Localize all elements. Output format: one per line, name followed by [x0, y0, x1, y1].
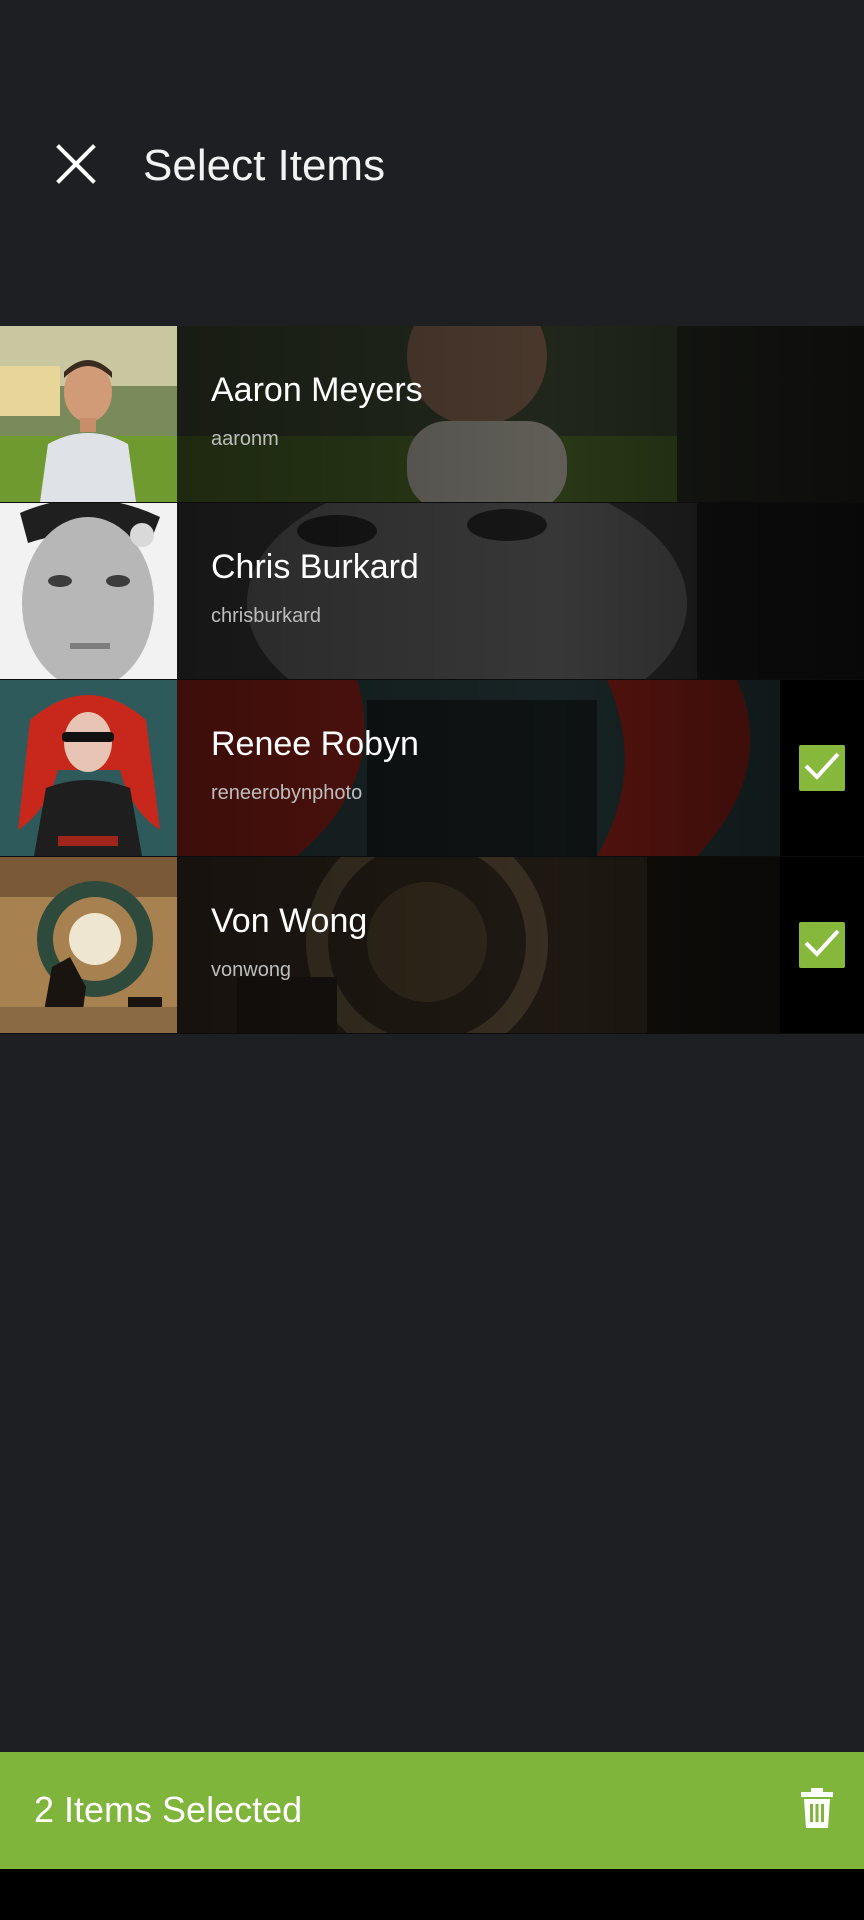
- item-name: Chris Burkard: [211, 548, 419, 586]
- contact-list: Aaron Meyers aaronm Chris Burkard chrisb…: [0, 326, 864, 1034]
- item-handle: aaronm: [211, 428, 279, 450]
- row-background-overlay: [177, 503, 864, 679]
- selection-action-bar: 2 Items Selected: [0, 1752, 864, 1869]
- item-name: Aaron Meyers: [211, 371, 423, 409]
- item-handle: chrisburkard: [211, 605, 322, 627]
- list-item-chris-burkard[interactable]: Chris Burkard chrisburkard: [0, 503, 864, 680]
- row-background-overlay: [177, 857, 864, 1033]
- avatar: [0, 326, 177, 502]
- item-name: Von Wong: [211, 902, 368, 940]
- trash-icon: [801, 1787, 833, 1833]
- avatar: [0, 503, 177, 679]
- list-item-renee-robyn[interactable]: Renee Robyn reneerobynphoto: [0, 680, 864, 857]
- item-handle: vonwong: [211, 959, 292, 981]
- delete-button[interactable]: [792, 1784, 842, 1836]
- item-checkbox[interactable]: [799, 922, 845, 968]
- item-checkbox[interactable]: [799, 745, 845, 791]
- list-item-von-wong[interactable]: Von Wong vonwong: [0, 857, 864, 1034]
- row-background-overlay: [177, 326, 864, 502]
- item-handle: reneerobynphoto: [211, 782, 363, 804]
- avatar: [0, 857, 177, 1033]
- close-button[interactable]: [44, 134, 108, 198]
- check-icon: [803, 927, 841, 964]
- item-name: Renee Robyn: [211, 725, 419, 763]
- page-title: Select Items: [143, 141, 386, 190]
- check-icon: [803, 750, 841, 787]
- list-item-aaron-meyers[interactable]: Aaron Meyers aaronm: [0, 326, 864, 503]
- avatar: [0, 680, 177, 856]
- close-icon: [56, 143, 96, 189]
- row-background-overlay: [177, 680, 864, 856]
- system-navigation-bar: [0, 1869, 864, 1920]
- app-header: Select Items: [0, 0, 864, 326]
- selection-count-label: 2 Items Selected: [34, 1789, 303, 1830]
